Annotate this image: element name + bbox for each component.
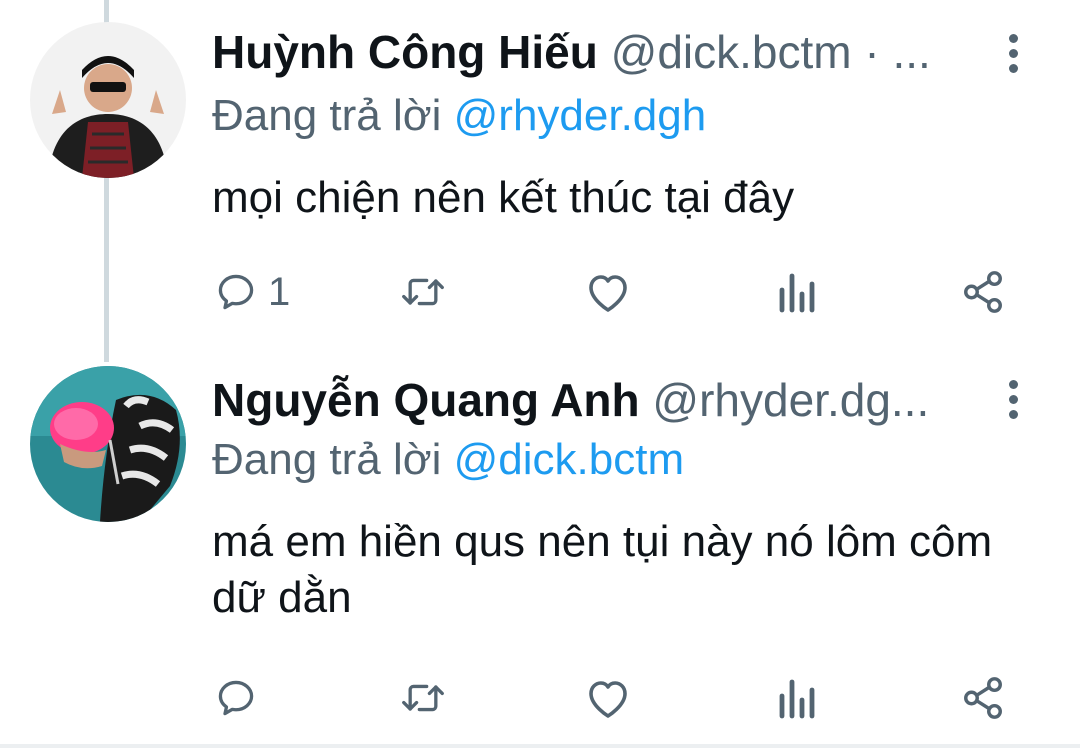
- user-handle[interactable]: @rhyder.dg...: [652, 374, 929, 426]
- tweet-2[interactable]: Nguyễn Quang Anh @rhyder.dg... Đang trả …: [0, 362, 1080, 744]
- replying-to-mention[interactable]: @rhyder.dgh: [454, 91, 707, 140]
- reply-icon: [218, 274, 254, 310]
- tweet-1[interactable]: Huỳnh Công Hiếu @dick.bctm · ... Đang tr…: [0, 0, 1080, 362]
- views-icon: [779, 273, 815, 313]
- like-button[interactable]: [584, 262, 632, 322]
- share-icon: [964, 677, 1002, 719]
- replying-to: Đang trả lời @rhyder.dgh: [212, 88, 706, 144]
- like-button[interactable]: [584, 668, 632, 728]
- avatar[interactable]: [30, 366, 186, 522]
- retweet-icon: [402, 278, 444, 306]
- tweet-text: má em hiền qus nên tụi này nó lôm côm dữ…: [212, 517, 993, 622]
- tweet-actions: 1: [0, 262, 1080, 322]
- replying-to-label: Đang trả lời: [212, 435, 454, 484]
- share-icon: [964, 271, 1002, 313]
- views-button[interactable]: [776, 668, 816, 728]
- heart-icon: [589, 681, 627, 718]
- reply-button[interactable]: [214, 668, 268, 728]
- tweet-text: mọi chiện nên kết thúc tại đây: [212, 173, 795, 222]
- replying-to: Đang trả lời @dick.bctm: [212, 432, 684, 488]
- views-icon: [779, 679, 815, 719]
- replying-to-label: Đang trả lời: [212, 91, 454, 140]
- more-vertical-icon[interactable]: [998, 380, 1028, 420]
- display-name[interactable]: Huỳnh Công Hiếu: [212, 26, 598, 78]
- reply-button[interactable]: 1: [214, 262, 290, 322]
- avatar-photo-icon: [30, 366, 186, 522]
- retweet-button[interactable]: [398, 668, 448, 728]
- avatar-photo-icon: [30, 22, 186, 178]
- retweet-icon: [402, 684, 444, 712]
- retweet-button[interactable]: [398, 262, 448, 322]
- reply-icon: [218, 680, 254, 716]
- avatar[interactable]: [30, 22, 186, 178]
- tweet-header: Nguyễn Quang Anh @rhyder.dg...: [212, 372, 996, 428]
- tweet-actions: [0, 668, 1080, 728]
- share-button[interactable]: [960, 668, 1006, 728]
- views-button[interactable]: [776, 262, 816, 322]
- share-button[interactable]: [960, 262, 1006, 322]
- reply-count: 1: [268, 269, 291, 314]
- display-name[interactable]: Nguyễn Quang Anh: [212, 374, 640, 426]
- heart-icon: [589, 275, 627, 312]
- tweet-header: Huỳnh Công Hiếu @dick.bctm · ...: [212, 24, 996, 80]
- replying-to-mention[interactable]: @dick.bctm: [454, 435, 684, 484]
- user-handle[interactable]: @dick.bctm · ...: [611, 26, 931, 78]
- more-vertical-icon[interactable]: [998, 34, 1028, 74]
- divider: [0, 744, 1080, 748]
